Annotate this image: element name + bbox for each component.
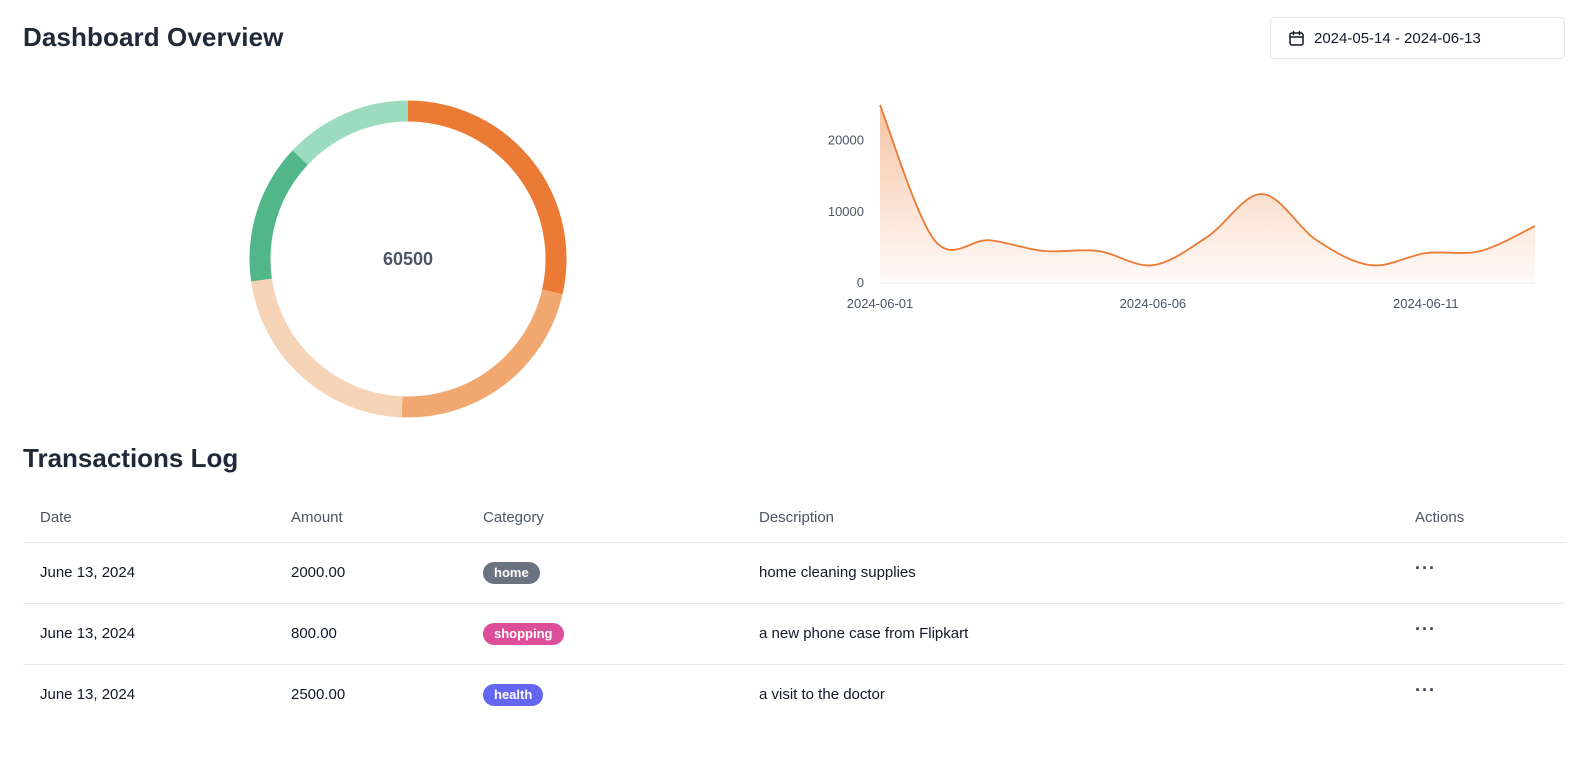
- page-title: Dashboard Overview: [23, 22, 284, 52]
- row-actions-button[interactable]: ···: [1415, 680, 1436, 701]
- column-header-actions: Actions: [1398, 493, 1565, 543]
- cell-date: June 13, 2024: [23, 603, 274, 665]
- column-header-date: Date: [23, 493, 274, 543]
- date-range-picker[interactable]: 2024-05-14 - 2024-06-13: [1270, 17, 1565, 59]
- category-badge: home: [483, 561, 540, 584]
- x-tick-label: 2024-06-06: [1120, 296, 1187, 311]
- spending-area-chart: 0 10000 20000 2024-06-01 2024-06-06 2024-06-1…: [828, 104, 1536, 311]
- table-header-row: Date Amount Category Description Actions: [23, 493, 1565, 543]
- section-title: Transactions Log: [23, 443, 239, 473]
- cell-description: a new phone case from Flipkart: [742, 603, 1398, 665]
- y-tick-label: 10000: [828, 204, 864, 219]
- x-tick-label: 2024-06-01: [847, 296, 914, 311]
- column-header-category: Category: [466, 493, 742, 543]
- row-actions-button[interactable]: ···: [1415, 558, 1436, 579]
- table-row: June 13, 2024 2000.00 home home cleaning…: [23, 542, 1565, 604]
- cell-amount: 2500.00: [291, 686, 346, 704]
- cell-date: June 13, 2024: [23, 542, 274, 604]
- cell-amount: 800.00: [274, 603, 466, 665]
- cell-date: June 13, 2024: [40, 686, 136, 704]
- row-actions-button[interactable]: ···: [1415, 619, 1436, 640]
- category-badge: health: [483, 683, 544, 706]
- table-row: June 13, 2024 2500.00 health a visit to …: [23, 664, 1565, 725]
- table-row: June 13, 2024 800.00 shopping a new phon…: [23, 603, 1565, 665]
- y-tick-label: 0: [857, 275, 864, 290]
- calendar-icon: [1288, 30, 1305, 47]
- cell-description: a visit to the doctor: [759, 686, 885, 704]
- cell-description: home cleaning supplies: [742, 542, 1398, 604]
- x-tick-label: 2024-06-11: [1393, 296, 1459, 311]
- cell-amount: 2000.00: [274, 542, 466, 604]
- area-fill: [880, 105, 1535, 283]
- category-donut-chart: 60500: [249, 100, 567, 418]
- y-tick-label: 20000: [828, 133, 864, 148]
- donut-total: 60500: [382, 248, 434, 269]
- category-badge: shopping: [483, 622, 564, 645]
- column-header-amount: Amount: [274, 493, 466, 543]
- transactions-table: Date Amount Category Description Actions…: [23, 493, 1565, 725]
- column-header-description: Description: [742, 493, 1398, 543]
- date-range-label: 2024-05-14 - 2024-06-13: [1314, 29, 1481, 47]
